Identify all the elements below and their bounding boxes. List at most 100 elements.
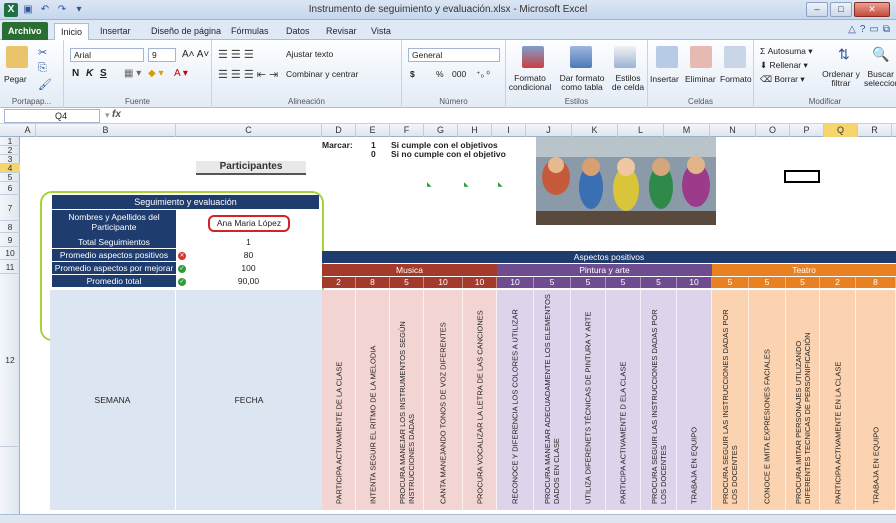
row-header-11[interactable]: 11: [0, 260, 20, 274]
sort-filter-button[interactable]: Ordenar y filtrar: [818, 70, 864, 88]
format-button[interactable]: Formato: [720, 74, 752, 84]
column-header-c[interactable]: C: [176, 124, 322, 137]
criterion-score[interactable]: 10: [424, 277, 463, 288]
column-header-p[interactable]: P: [790, 124, 824, 137]
find-select-button[interactable]: Buscar y seleccionar: [864, 70, 896, 88]
criterion-score[interactable]: 2: [322, 277, 356, 288]
percent-button[interactable]: %: [436, 69, 444, 79]
fill-button[interactable]: ⬇ Rellenar ▾: [760, 60, 808, 71]
criterion-score[interactable]: 5: [390, 277, 424, 288]
fill-color-icon[interactable]: ◆ ▾: [148, 68, 164, 79]
horizontal-scrollbar[interactable]: [0, 514, 896, 523]
maximize-button[interactable]: □: [830, 2, 852, 17]
selected-cell-q4[interactable]: [784, 170, 820, 183]
column-header-e[interactable]: E: [356, 124, 390, 137]
column-header-o[interactable]: O: [756, 124, 790, 137]
merge-center-button[interactable]: Combinar y centrar: [286, 69, 358, 79]
align-top-icon[interactable]: ☰ ☰ ☰: [218, 48, 254, 61]
cell-styles-button[interactable]: Estilos de celda: [610, 74, 646, 92]
summary-value-mejorar[interactable]: 100: [178, 262, 319, 274]
tab-inicio[interactable]: Inicio: [54, 23, 90, 40]
criterion-score[interactable]: 5: [749, 277, 786, 288]
column-header-g[interactable]: G: [424, 124, 458, 137]
children-mural-image[interactable]: [536, 137, 716, 225]
row-header-6[interactable]: 6: [0, 182, 20, 195]
currency-button[interactable]: $: [410, 69, 415, 79]
number-format-select[interactable]: General: [408, 48, 500, 62]
cell-styles-icon[interactable]: [614, 46, 636, 68]
font-name-select[interactable]: Arial: [70, 48, 144, 62]
grow-font-icon[interactable]: A˄ A˅: [182, 49, 209, 60]
window-minimize-icon[interactable]: ▭: [869, 24, 878, 35]
criterion-score[interactable]: 5: [641, 277, 677, 288]
tab-datos[interactable]: Datos: [280, 23, 316, 39]
insert-function-icon[interactable]: fx: [112, 109, 121, 120]
row-header-7[interactable]: 7: [0, 195, 20, 221]
delete-icon[interactable]: [690, 46, 712, 68]
column-header-n[interactable]: N: [710, 124, 756, 137]
borders-icon[interactable]: ▦ ▾: [124, 68, 141, 79]
criterion-score[interactable]: 2: [820, 277, 856, 288]
bold-button[interactable]: N: [72, 68, 79, 79]
worksheet[interactable]: ABCDEFGHIJKLMNOPQRS 123456789101112 Marc…: [0, 124, 896, 514]
decimals-icon[interactable]: ⁺₀ ⁰: [476, 69, 490, 80]
summary-value-total[interactable]: 1: [178, 236, 319, 248]
name-box[interactable]: Q4: [4, 109, 100, 123]
column-header-f[interactable]: F: [390, 124, 424, 137]
row-header-5[interactable]: 5: [0, 173, 20, 182]
criterion-score[interactable]: 8: [356, 277, 390, 288]
italic-button[interactable]: K: [86, 68, 93, 79]
participant-name-cell[interactable]: Ana Maria López: [208, 215, 290, 232]
format-icon[interactable]: [724, 46, 746, 68]
column-header-j[interactable]: J: [526, 124, 572, 137]
column-header-r[interactable]: R: [858, 124, 892, 137]
find-icon[interactable]: 🔍: [872, 46, 889, 63]
column-header-k[interactable]: K: [572, 124, 618, 137]
criterion-score[interactable]: 5: [786, 277, 820, 288]
column-header-b[interactable]: B: [36, 124, 176, 137]
delete-button[interactable]: Eliminar: [685, 74, 716, 84]
font-color-icon[interactable]: A ▾: [174, 68, 188, 79]
criterion-score[interactable]: 5: [606, 277, 641, 288]
thousands-button[interactable]: 000: [452, 69, 466, 79]
copy-icon[interactable]: ⎘: [38, 62, 47, 75]
sort-filter-icon[interactable]: ⇅: [838, 46, 850, 63]
clear-button[interactable]: ⌫ Borrar ▾: [760, 74, 805, 85]
column-header-a[interactable]: A: [20, 124, 36, 137]
tab-insertar[interactable]: Insertar: [94, 23, 137, 39]
criterion-score[interactable]: 5: [534, 277, 571, 288]
criterion-score[interactable]: 10: [497, 277, 534, 288]
column-header-h[interactable]: H: [458, 124, 492, 137]
paste-button[interactable]: Pegar: [4, 74, 27, 84]
underline-button[interactable]: S: [100, 68, 107, 79]
criterion-score[interactable]: 8: [856, 277, 896, 288]
autosum-button[interactable]: Σ Autosuma ▾: [760, 46, 813, 57]
column-header-i[interactable]: I: [492, 124, 526, 137]
conditional-format-icon[interactable]: [522, 46, 544, 68]
column-header-d[interactable]: D: [322, 124, 356, 137]
column-header-m[interactable]: M: [664, 124, 710, 137]
summary-value-promedio-total[interactable]: 90,00: [178, 275, 319, 287]
align-left-icon[interactable]: ☰ ☰ ☰ ⇤ ⇥: [218, 68, 278, 81]
criterion-score[interactable]: 10: [677, 277, 712, 288]
insert-button[interactable]: Insertar: [650, 74, 679, 84]
row-header-12[interactable]: 12: [0, 274, 20, 447]
insert-icon[interactable]: [656, 46, 678, 68]
tab-formulas[interactable]: Fórmulas: [225, 23, 275, 39]
criterion-score[interactable]: 5: [571, 277, 606, 288]
table-format-button[interactable]: Dar formato como tabla: [556, 74, 608, 92]
wrap-text-button[interactable]: Ajustar texto: [286, 49, 333, 59]
format-painter-icon[interactable]: 🖌: [38, 78, 52, 91]
ribbon-collapse-icon[interactable]: △: [848, 24, 856, 35]
criterion-score[interactable]: 5: [712, 277, 749, 288]
conditional-format-button[interactable]: Formato condicional: [508, 74, 552, 92]
table-format-icon[interactable]: [570, 46, 592, 68]
close-button[interactable]: ✕: [854, 2, 890, 17]
window-restore-icon[interactable]: ⧉: [883, 24, 890, 35]
cut-icon[interactable]: ✂: [38, 46, 47, 59]
help-icon[interactable]: ?: [860, 24, 866, 35]
paste-icon[interactable]: [6, 46, 28, 68]
tab-archivo[interactable]: Archivo: [2, 22, 48, 40]
tab-diseno-pagina[interactable]: Diseño de página: [145, 23, 227, 39]
row-header-8[interactable]: 8: [0, 221, 20, 233]
